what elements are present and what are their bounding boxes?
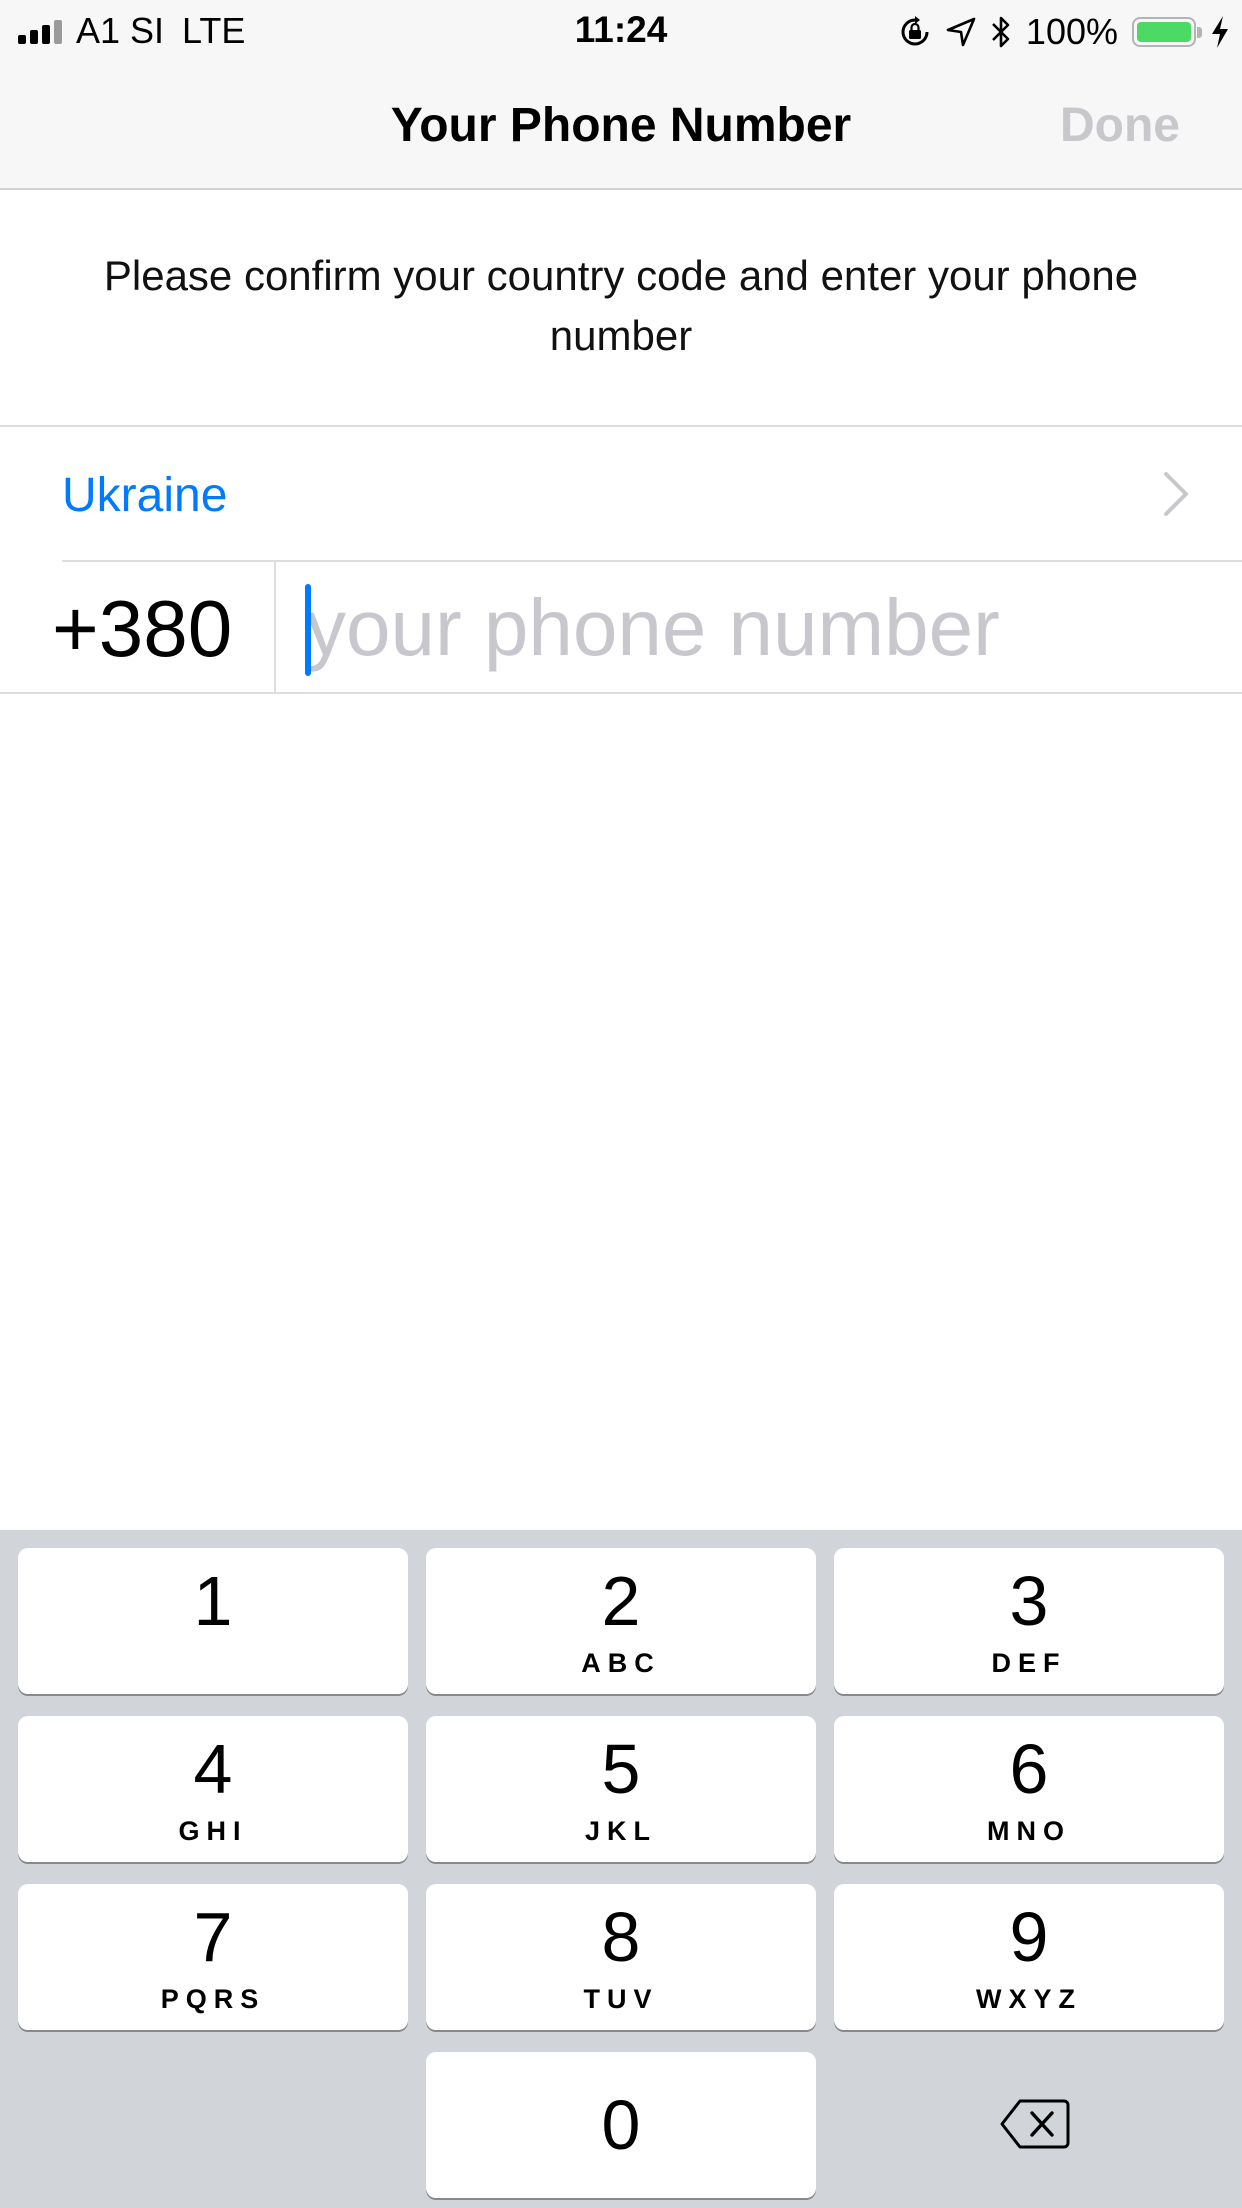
key-digit: 9 (1009, 1898, 1049, 1976)
key-digit: 6 (1009, 1730, 1049, 1808)
key-letters: DEF (991, 1648, 1067, 1678)
key-4[interactable]: 4 GHI (18, 1716, 408, 1862)
key-digit: 8 (601, 1898, 641, 1976)
key-7[interactable]: 7 PQRS (18, 1884, 408, 2030)
key-digit: 4 (193, 1730, 233, 1808)
key-letters: MNO (987, 1816, 1071, 1846)
key-letters: WXYZ (976, 1984, 1082, 2014)
charging-icon (1212, 16, 1228, 48)
key-6[interactable]: 6 MNO (834, 1716, 1224, 1862)
phone-number-row: +380 (0, 562, 1242, 692)
key-letters: ABC (581, 1648, 661, 1678)
delete-key[interactable] (834, 2052, 1224, 2198)
status-icons: 100% (884, 10, 1230, 54)
key-8[interactable]: 8 TUV (426, 1884, 816, 2030)
key-1[interactable]: 1 (18, 1548, 408, 1694)
backspace-icon (1000, 2099, 1070, 2149)
country-selector[interactable]: Ukraine (0, 428, 1242, 560)
status-bar: A1 SI LTE 11:24 100% (0, 0, 1242, 62)
divider (0, 425, 1242, 427)
battery-icon (1132, 17, 1202, 47)
page-title: Your Phone Number (390, 99, 852, 152)
location-icon (946, 17, 976, 47)
instruction-text: Please confirm your country code and ent… (103, 252, 1139, 359)
battery-level-fill (1137, 22, 1191, 42)
key-0[interactable]: 0 (426, 2052, 816, 2198)
bluetooth-icon (992, 16, 1010, 48)
key-letters: JKL (584, 1816, 657, 1846)
key-digit: 5 (601, 1730, 641, 1808)
chevron-right-icon (1164, 472, 1188, 516)
key-digit: 7 (193, 1898, 233, 1976)
rotation-lock-icon (901, 16, 929, 46)
key-digit: 1 (193, 1562, 233, 1640)
key-digit: 0 (601, 2086, 641, 2164)
phone-number-input[interactable] (306, 576, 1206, 680)
navigation-bar: Your Phone Number Done (0, 62, 1242, 190)
done-button[interactable]: Done (1060, 98, 1180, 154)
key-digit: 2 (601, 1562, 641, 1640)
key-2[interactable]: 2 ABC (426, 1548, 816, 1694)
code-separator (274, 562, 276, 692)
key-letters: PQRS (160, 1984, 266, 2014)
key-digit: 3 (1009, 1562, 1049, 1640)
country-name: Ukraine (62, 469, 228, 522)
key-5[interactable]: 5 JKL (426, 1716, 816, 1862)
battery-percent: 100% (1025, 11, 1118, 52)
key-9[interactable]: 9 WXYZ (834, 1884, 1224, 2030)
numeric-keypad: 1 2 ABC 3 DEF 4 GHI 5 JKL 6 MNO 7 PQRS 8… (0, 1530, 1242, 2208)
country-code[interactable]: +380 (52, 584, 232, 674)
key-letters: GHI (178, 1816, 248, 1846)
key-3[interactable]: 3 DEF (834, 1548, 1224, 1694)
divider (0, 692, 1242, 694)
text-cursor (305, 584, 311, 676)
key-letters: TUV (583, 1984, 659, 2014)
